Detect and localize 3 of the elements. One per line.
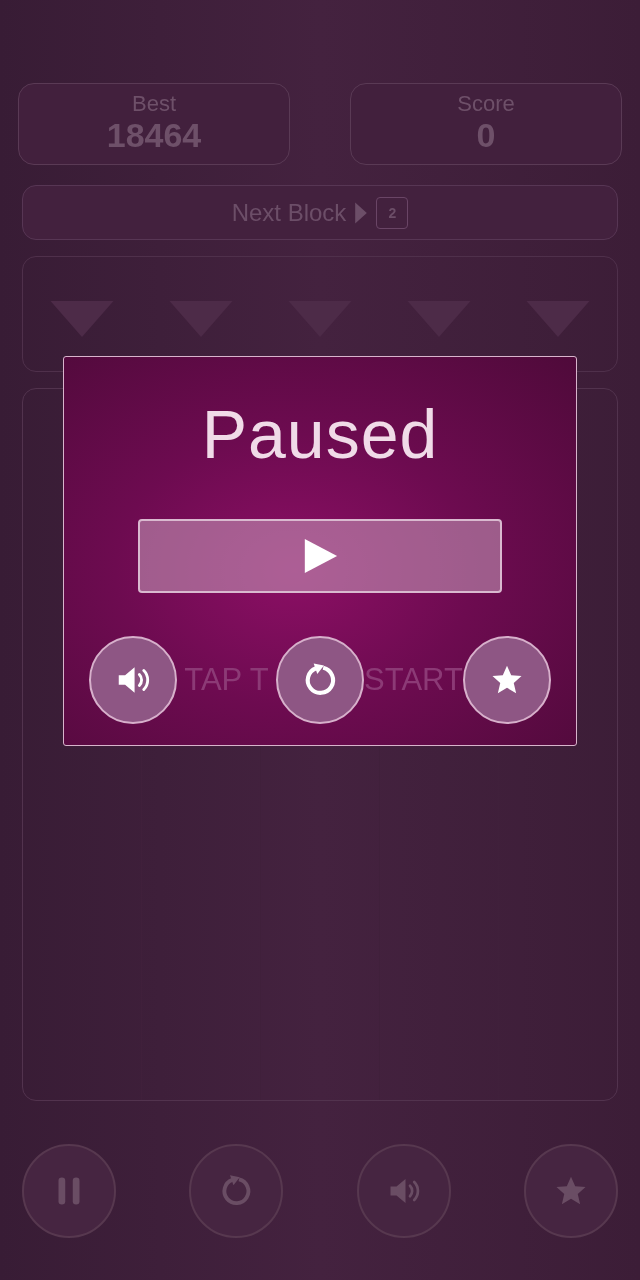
- dialog-title: Paused: [201, 395, 439, 473]
- play-arrow-icon: [354, 200, 369, 225]
- resume-button[interactable]: [138, 519, 502, 593]
